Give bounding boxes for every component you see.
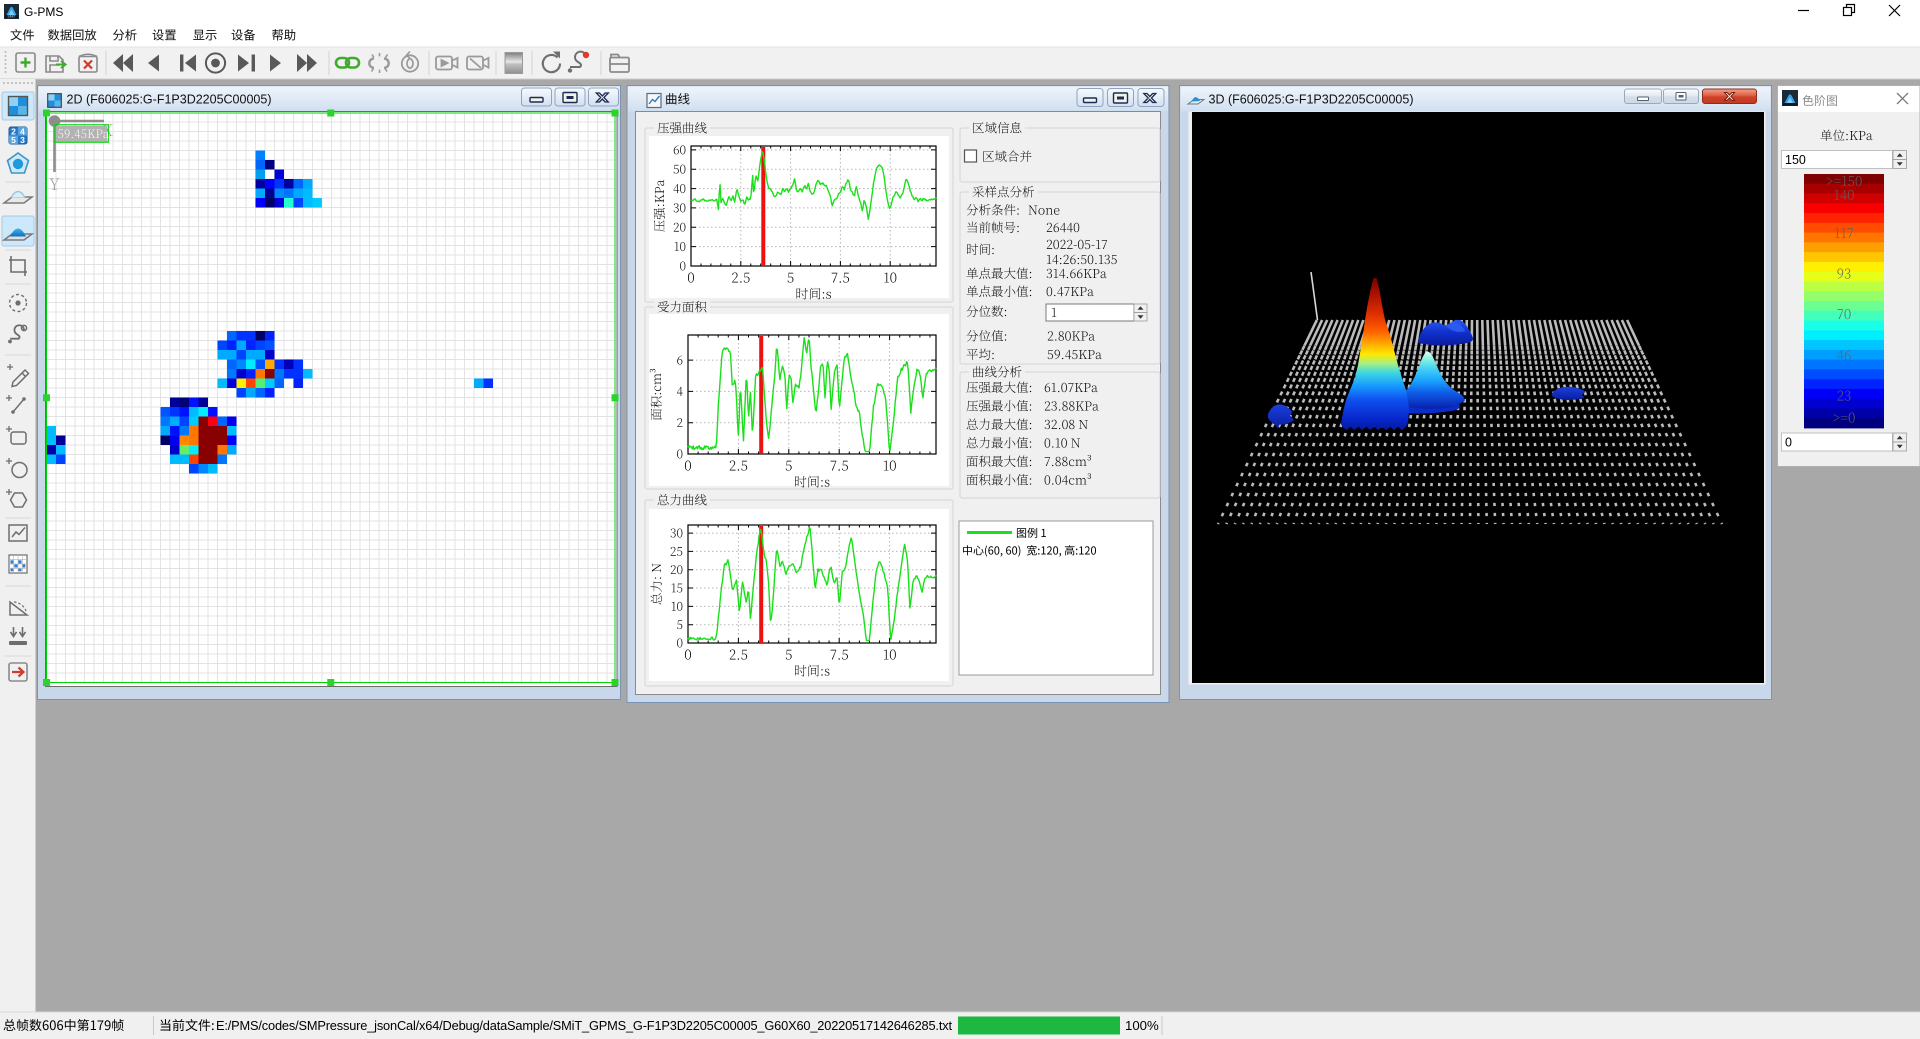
svg-text:3D (F606025:G-F1P3D2205C00005): 3D (F606025:G-F1P3D2205C00005) — [1209, 93, 1414, 107]
svg-text:150: 150 — [1785, 153, 1806, 167]
svg-text:E:/PMS/codes/SMPressure_jsonCa: E:/PMS/codes/SMPressure_jsonCal/x64/Debu… — [216, 1018, 952, 1033]
svg-text:0: 0 — [1785, 436, 1792, 450]
svg-text:5: 5 — [11, 135, 16, 145]
svg-text:G-PMS: G-PMS — [24, 5, 63, 19]
svg-text:2D (F606025:G-F1P3D2205C00005): 2D (F606025:G-F1P3D2205C00005) — [67, 93, 272, 107]
svg-text:SMiT: SMiT — [8, 15, 16, 19]
svg-text:3: 3 — [20, 135, 25, 145]
svg-text:100%: 100% — [1125, 1018, 1159, 1033]
